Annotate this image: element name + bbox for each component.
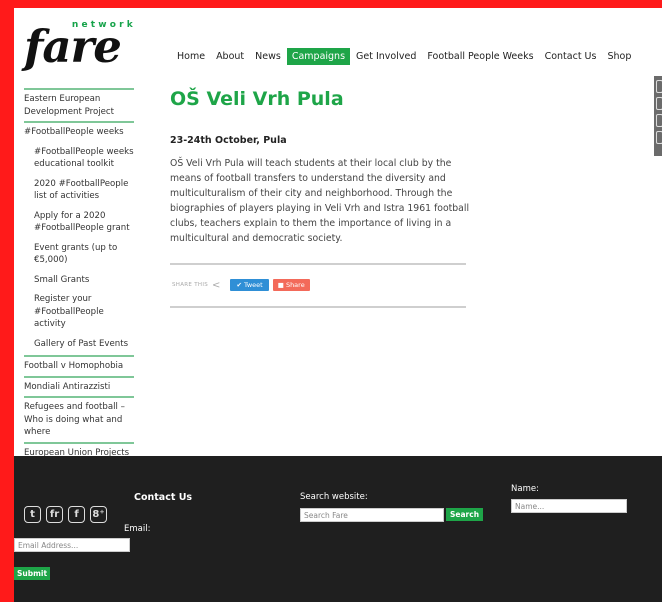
social-links: t fr f 8⁺ [24,506,112,523]
side-tab[interactable] [656,80,662,93]
search-button[interactable]: Search [446,508,484,521]
google-plus-icon[interactable]: 8⁺ [90,506,107,523]
sidebar-item-eastern-european[interactable]: Eastern European Development Project [24,88,134,121]
sidebar-item-homophobia[interactable]: Football v Homophobia [24,355,134,376]
nav-contact-us[interactable]: Contact Us [540,48,602,65]
side-tab[interactable] [656,114,662,127]
sidebar-item-footballpeople-weeks[interactable]: #FootballPeople weeks [24,121,134,142]
nav-shop[interactable]: Shop [602,48,636,65]
share-bar: SHARE THIS < ✔ Tweet ■ Share [172,279,310,291]
share-button-label: Share [285,281,305,289]
fare-logo[interactable]: network fare [24,20,136,73]
sidebar-item-apply-grant[interactable]: Apply for a 2020 #FootballPeople grant [24,206,134,238]
tweet-button[interactable]: ✔ Tweet [230,279,269,291]
nav-campaigns[interactable]: Campaigns [286,48,351,65]
article-body: OŠ Veli Vrh Pula will teach students at … [170,158,470,244]
tweet-label: Tweet [243,281,263,289]
name-label: Name: [511,484,539,494]
sidebar-item-refugees[interactable]: Refugees and football – Who is doing wha… [24,396,134,442]
event-date: 23-24th October, Pula [170,135,287,146]
sidebar-item-mondiali[interactable]: Mondiali Antirazzisti [24,375,134,397]
share-button[interactable]: ■ Share [272,279,310,291]
search-input[interactable]: Search Fare [300,508,444,522]
share-icon[interactable]: < [212,280,220,291]
nav-news[interactable]: News [250,48,286,65]
sidebar-item-register-activity[interactable]: Register your #FootballPeople activity [24,289,134,334]
sidebar-item-small-grants[interactable]: Small Grants [24,270,134,290]
email-label: Email: [124,524,151,534]
name-field[interactable]: Name... [511,499,627,513]
contact-title: Contact Us [134,492,193,503]
twitter-icon[interactable]: t [24,506,41,523]
page: network fare Home About News Campaigns G… [14,8,662,602]
share-plus-icon: ■ [277,281,286,289]
nav-get-involved[interactable]: Get Involved [351,48,421,65]
search-label: Search website: [300,492,368,502]
side-toolbar[interactable] [654,76,662,156]
logo-wordmark: fare [24,20,122,73]
submit-button[interactable]: Submit [14,567,51,580]
footer: t fr f 8⁺ Contact Us Email: Email Addres… [14,456,662,602]
sidebar-item-gallery[interactable]: Gallery of Past Events [24,334,134,354]
divider-bottom [170,306,466,308]
twitter-bird-icon: ✔ [236,281,244,289]
divider-top [170,263,466,265]
main-nav: Home About News Campaigns Get Involved F… [172,48,637,65]
sidebar-item-activities[interactable]: 2020 #FootballPeople list of activities [24,174,134,206]
facebook-icon[interactable]: f [68,506,85,523]
side-tab[interactable] [656,131,662,144]
sidebar-item-event-grants[interactable]: Event grants (up to €5,000) [24,238,134,270]
nav-home[interactable]: Home [172,48,210,65]
fare-icon[interactable]: fr [46,506,63,523]
nav-football-people-weeks[interactable]: Football People Weeks [422,48,538,65]
nav-about[interactable]: About [211,48,249,65]
side-tab[interactable] [656,97,662,110]
sidebar-item-toolkit[interactable]: #FootballPeople weeks educational toolki… [24,142,134,174]
page-title: OŠ Veli Vrh Pula [170,88,344,110]
email-field[interactable]: Email Address... [14,538,130,552]
sidebar: Eastern European Development Project #Fo… [24,88,134,464]
share-label: SHARE THIS [172,282,209,288]
